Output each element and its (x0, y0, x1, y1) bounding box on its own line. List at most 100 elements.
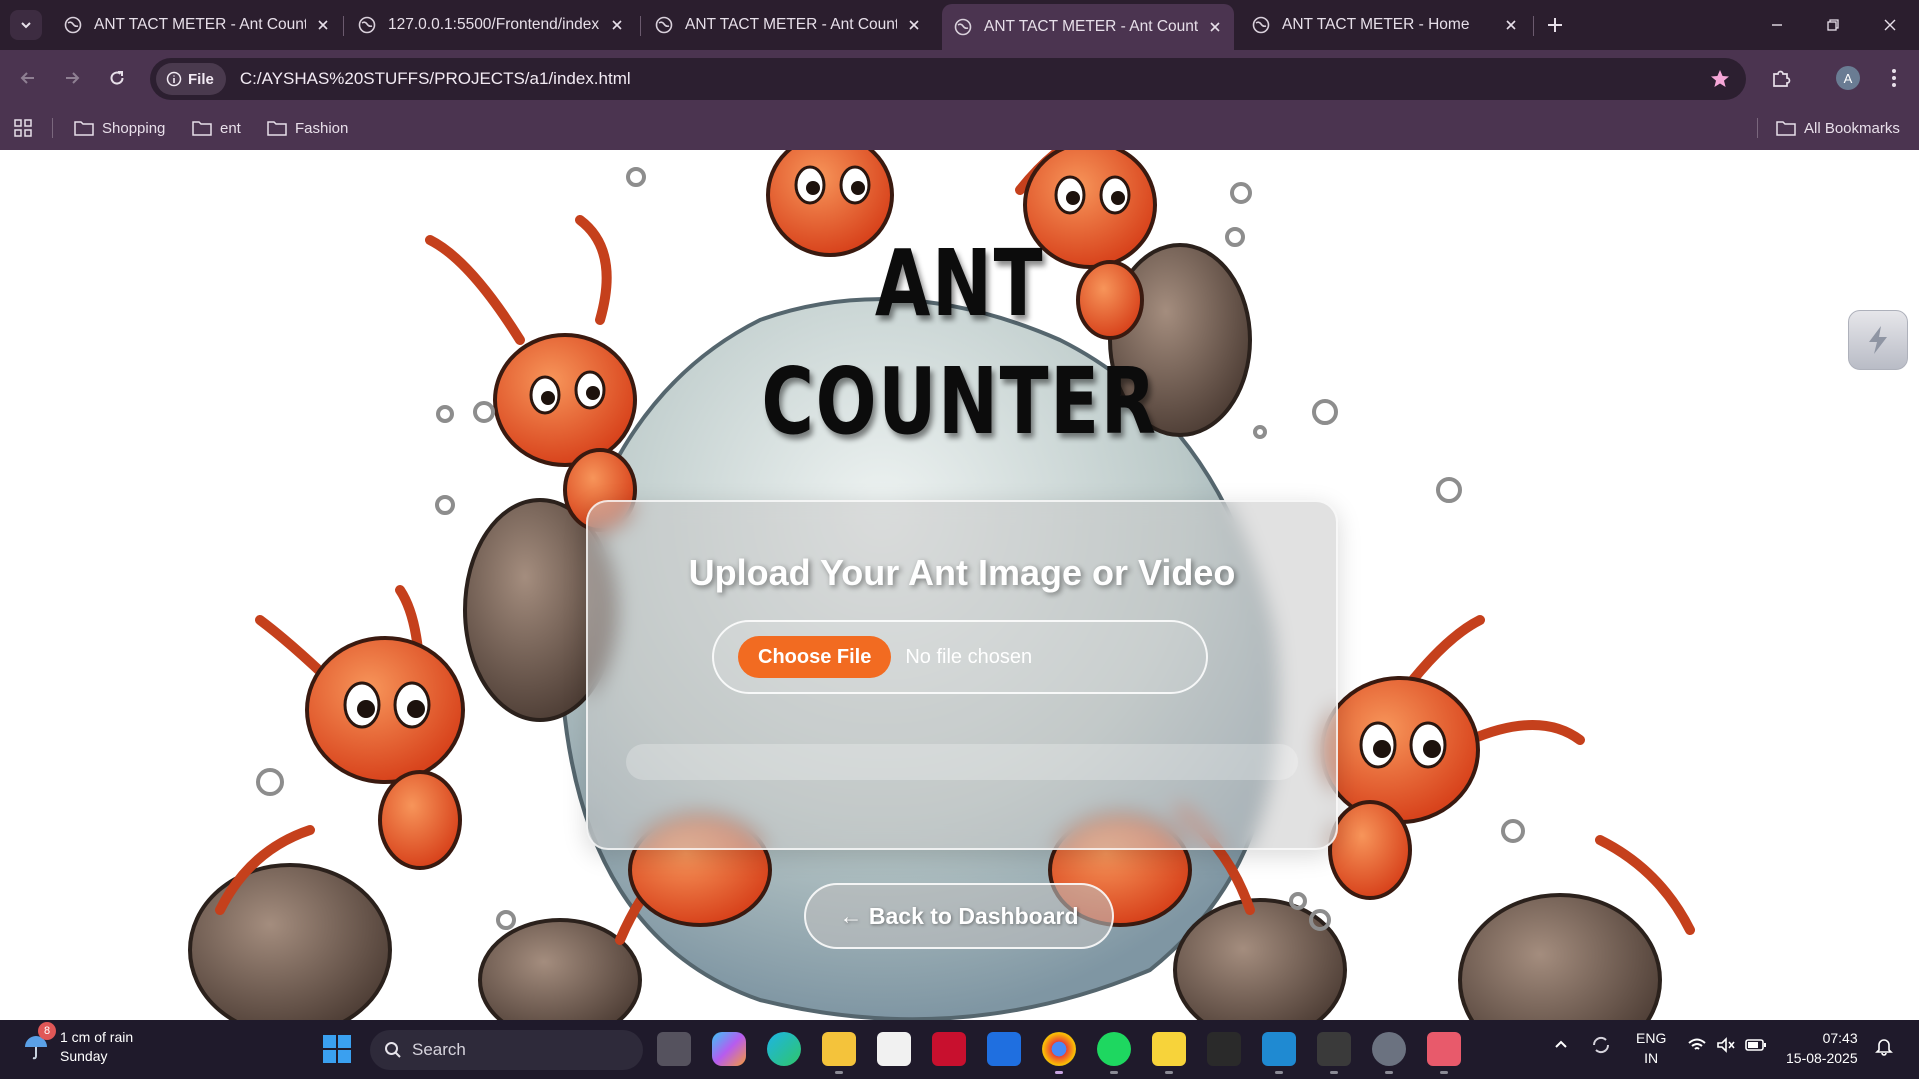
battery-icon (1745, 1039, 1766, 1051)
clock-time: 07:43 (1822, 1030, 1858, 1046)
taskbar-search[interactable]: Search (370, 1030, 643, 1070)
terminal-app[interactable] (1207, 1032, 1241, 1066)
close-window-button[interactable] (1875, 10, 1905, 40)
apps-grid-icon (14, 119, 32, 137)
globe-icon (64, 16, 82, 34)
terminal-app-2[interactable] (1317, 1032, 1351, 1074)
minimize-icon (1772, 24, 1782, 26)
snipping-tool-app[interactable] (1427, 1032, 1461, 1074)
back-nav-button[interactable] (14, 64, 42, 92)
all-bookmarks-button[interactable]: All Bookmarks (1776, 116, 1900, 140)
file-input[interactable]: Choose File No file chosen (712, 620, 1208, 694)
new-tab-icon[interactable] (1543, 13, 1567, 37)
globe-icon (1252, 16, 1270, 34)
tab-1[interactable]: ANT TACT METER - Ant Countin (52, 4, 342, 46)
folder-icon (74, 121, 94, 136)
tab-5[interactable]: ANT TACT METER - Home (1240, 4, 1530, 46)
battery-status[interactable] (1745, 1036, 1767, 1057)
tab-title: ANT TACT METER - Ant Countin (685, 16, 897, 33)
search-icon (385, 1042, 401, 1058)
close-icon[interactable] (316, 18, 330, 32)
sync-tray-icon[interactable] (1590, 1034, 1612, 1059)
bell-icon (1875, 1039, 1893, 1056)
tab-4-active[interactable]: ANT TACT METER - Ant Countin (942, 4, 1234, 50)
weather-badge: 8 (38, 1022, 56, 1040)
chevron-up-icon (1555, 1040, 1567, 1048)
restore-button[interactable] (1818, 10, 1848, 40)
language-line-2: IN (1644, 1050, 1659, 1066)
tray-overflow-button[interactable] (1553, 1036, 1569, 1055)
bookmark-fashion[interactable]: Fashion (267, 116, 348, 140)
windows-logo-icon (323, 1035, 351, 1063)
sticky-notes-app[interactable] (1152, 1032, 1186, 1074)
tab-title: ANT TACT METER - Ant Countin (984, 18, 1198, 35)
tab-search-button[interactable] (10, 10, 42, 40)
arrow-left-icon (20, 72, 34, 84)
arrow-right-icon (66, 72, 80, 84)
weather-widget[interactable]: 8 1 cm of rain Sunday (22, 1022, 133, 1066)
back-to-dashboard-button[interactable]: ← Back to Dashboard (804, 883, 1114, 949)
reload-button[interactable] (103, 64, 131, 92)
language-line-1: ENG (1636, 1030, 1667, 1046)
folder-icon (192, 121, 212, 136)
address-bar[interactable]: File C:/AYSHAS%20STUFFS/PROJECTS/a1/inde… (150, 58, 1746, 100)
tab-title: 127.0.0.1:5500/Frontend/index.l (388, 16, 600, 33)
taskbar-search-label: Search (412, 1040, 466, 1059)
wifi-status[interactable] (1687, 1036, 1707, 1057)
settings-app[interactable] (1372, 1032, 1406, 1074)
volume-status[interactable] (1716, 1036, 1736, 1057)
file-explorer-app[interactable] (822, 1032, 856, 1074)
page-title-line-2: COUNTER (761, 348, 1158, 455)
chip-label: File (188, 70, 214, 88)
globe-icon (954, 18, 972, 36)
bookmark-star-icon[interactable] (1708, 67, 1732, 91)
bookmark-ent[interactable]: ent (192, 116, 241, 140)
close-icon[interactable] (1504, 18, 1518, 32)
vscode-app[interactable] (1262, 1032, 1296, 1074)
volume-muted-icon (1717, 1037, 1735, 1053)
avatar: A (1836, 66, 1860, 90)
browser-tab-bar: ANT TACT METER - Ant Countin 127.0.0.1:5… (0, 0, 1919, 50)
floating-extension-button[interactable] (1848, 310, 1908, 370)
puzzle-icon (1773, 70, 1791, 87)
close-icon[interactable] (1208, 20, 1222, 34)
tab-3[interactable]: ANT TACT METER - Ant Countin (643, 4, 933, 46)
file-status-text: No file chosen (905, 645, 1033, 668)
vpn-app[interactable] (987, 1032, 1021, 1066)
menu-button[interactable] (1880, 64, 1908, 92)
language-indicator[interactable]: ENG IN (1636, 1028, 1666, 1068)
folder-icon (267, 121, 287, 136)
apps-button[interactable] (14, 116, 40, 140)
store-app[interactable] (877, 1032, 911, 1066)
chevron-down-icon (21, 22, 31, 29)
tab-title: ANT TACT METER - Home (1282, 16, 1470, 33)
close-icon[interactable] (610, 18, 624, 32)
choose-file-button[interactable]: Choose File (738, 636, 892, 678)
notifications-button[interactable] (1874, 1036, 1894, 1059)
url-text: C:/AYSHAS%20STUFFS/PROJECTS/a1/index.htm… (239, 69, 631, 88)
close-icon[interactable] (907, 18, 921, 32)
site-info-chip[interactable]: File (156, 63, 226, 95)
folder-icon (1776, 121, 1796, 136)
file-view-app[interactable] (657, 1032, 691, 1066)
minimize-button[interactable] (1762, 10, 1792, 40)
forward-nav-button[interactable] (58, 64, 86, 92)
browser-toolbar: File C:/AYSHAS%20STUFFS/PROJECTS/a1/inde… (0, 50, 1919, 106)
reload-icon (110, 71, 124, 85)
profile-button[interactable]: A (1834, 64, 1862, 92)
mcafee-app[interactable] (932, 1032, 966, 1066)
bookmark-shopping[interactable]: Shopping (74, 116, 165, 140)
spotify-app[interactable] (1097, 1032, 1131, 1074)
copilot-app[interactable] (712, 1032, 746, 1066)
extensions-button[interactable] (1767, 64, 1795, 92)
start-button[interactable] (320, 1032, 354, 1066)
bookmarks-bar: Shopping ent Fashion All Bookmarks (0, 106, 1919, 150)
chrome-app[interactable] (1042, 1032, 1076, 1074)
page-title-line-1: ANT (874, 230, 1045, 337)
wifi-icon (1688, 1038, 1706, 1050)
system-clock[interactable]: 07:43 15-08-2025 (1786, 1028, 1858, 1068)
tab-2[interactable]: 127.0.0.1:5500/Frontend/index.l (346, 4, 636, 46)
restore-icon (1827, 19, 1839, 31)
globe-icon (655, 16, 673, 34)
edge-app[interactable] (767, 1032, 801, 1066)
